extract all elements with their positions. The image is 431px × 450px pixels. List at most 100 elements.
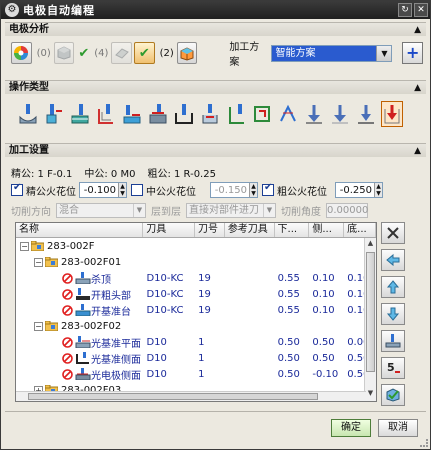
op-tool: D10-KC bbox=[146, 272, 184, 284]
electrode-view-button[interactable] bbox=[176, 42, 198, 64]
add-plan-button[interactable]: + bbox=[402, 42, 423, 64]
surface-icon bbox=[114, 48, 129, 59]
spin-arrows-icon[interactable]: ▲ ▼ bbox=[249, 183, 257, 197]
op-plunge-mill-button[interactable] bbox=[43, 101, 65, 127]
layer-label: 层到层 bbox=[151, 206, 181, 218]
reset-icon[interactable]: ↻ bbox=[398, 3, 412, 17]
tree-row-group[interactable]: − 283-002F02 bbox=[16, 318, 376, 334]
plan-select[interactable]: 智能方案 ▼ bbox=[271, 44, 393, 62]
scroll-up-icon[interactable]: ▲ bbox=[366, 239, 375, 250]
table-row[interactable]: 光基准侧面 D10 1 0.50 0.50 0.50 bbox=[16, 350, 376, 366]
collapse-icon[interactable]: − bbox=[34, 257, 43, 267]
tree-vertical-scrollbar[interactable]: ▲ ▼ bbox=[364, 238, 376, 401]
dropdown-arrow-icon[interactable]: ▼ bbox=[376, 45, 392, 61]
op-drill-down-button[interactable] bbox=[303, 101, 325, 127]
op-face-mill-button[interactable] bbox=[121, 101, 143, 127]
col-tool-num[interactable]: 刀号 bbox=[195, 223, 225, 237]
op-chamfer-button[interactable] bbox=[277, 101, 299, 127]
chevron-up-icon[interactable]: ▲ bbox=[414, 144, 421, 158]
chevron-up-icon[interactable]: ▲ bbox=[414, 23, 421, 37]
close-icon[interactable]: ✕ bbox=[414, 3, 428, 17]
disabled-icon bbox=[62, 272, 73, 284]
move-up-button[interactable] bbox=[381, 276, 405, 298]
cube-icon bbox=[57, 46, 71, 60]
table-row[interactable]: 开粗头部 D10-KC 19 0.55 0.10 0.10 bbox=[16, 286, 376, 302]
col-side[interactable]: 侧... bbox=[309, 223, 345, 237]
rough-spark-input[interactable]: -0.250 ▲ ▼ bbox=[335, 182, 383, 198]
dropdown-arrow-icon[interactable]: ▼ bbox=[133, 203, 145, 217]
col-name[interactable]: 名称 bbox=[16, 223, 144, 237]
simulate-button[interactable] bbox=[381, 384, 405, 406]
wall-op-icon bbox=[76, 352, 89, 364]
app-icon: ⚙ bbox=[5, 3, 19, 17]
col-down[interactable]: 下... bbox=[275, 223, 310, 237]
cut-angle-label: 切削角度 bbox=[281, 206, 321, 218]
op-pocket-button[interactable] bbox=[199, 101, 221, 127]
op-tool: D10-KC bbox=[146, 304, 184, 316]
color-wheel-button[interactable] bbox=[11, 42, 32, 64]
ok-button[interactable]: 确定 bbox=[331, 419, 371, 437]
mill-settings-button[interactable] bbox=[381, 330, 405, 352]
count-zero: (0) bbox=[36, 47, 51, 59]
op-wall-finish-button[interactable] bbox=[225, 101, 247, 127]
section-geometry-header[interactable]: 电极分析 ▲ bbox=[5, 22, 426, 36]
col-tool[interactable]: 刀具 bbox=[143, 223, 195, 237]
section-settings-header[interactable]: 加工设置 ▲ bbox=[5, 143, 426, 157]
op-clearance-button[interactable] bbox=[381, 101, 403, 127]
renumber-button[interactable]: 5 bbox=[381, 357, 405, 379]
body-view-button[interactable] bbox=[53, 42, 75, 64]
disabled-icon bbox=[62, 368, 73, 380]
tree-row-group[interactable]: − 283-002F01 bbox=[16, 254, 376, 270]
face-view-button[interactable] bbox=[111, 42, 132, 64]
op-engrave-button[interactable] bbox=[355, 101, 377, 127]
cancel-button[interactable]: 取消 bbox=[378, 419, 418, 437]
mid-spark-input[interactable]: -0.150 ▲ ▼ bbox=[210, 182, 258, 198]
op-name: 光基准平面 bbox=[91, 338, 141, 350]
op-cavity-mill-button[interactable] bbox=[17, 101, 39, 127]
move-down-button[interactable] bbox=[381, 303, 405, 325]
tree-row-root[interactable]: − 283-002F bbox=[16, 238, 376, 254]
col-bottom[interactable]: 底... bbox=[344, 223, 376, 237]
op-name: 杀顶 bbox=[91, 274, 111, 286]
check-filter-button[interactable]: ✔ bbox=[133, 42, 155, 64]
table-row[interactable]: 光电极侧面 D10 1 0.50 -0.10 0.50 bbox=[16, 366, 376, 382]
table-row[interactable]: 光基准平面 D10 1 0.50 0.50 0.00 bbox=[16, 334, 376, 350]
root-name: 283-002F bbox=[47, 240, 95, 252]
scroll-down-icon[interactable]: ▼ bbox=[366, 389, 375, 400]
chevron-up-icon[interactable]: ▲ bbox=[414, 81, 421, 95]
section-ops-header[interactable]: 操作类型 ▲ bbox=[5, 80, 426, 94]
collapse-icon[interactable]: − bbox=[20, 241, 29, 251]
op-side: 0.10 bbox=[312, 304, 335, 316]
cut-direction-select[interactable]: 混合 ▼ bbox=[56, 202, 146, 218]
count-two: (2) bbox=[159, 47, 174, 59]
scroll-thumb[interactable] bbox=[366, 252, 375, 372]
simulate-check-icon bbox=[386, 388, 400, 402]
rough-spark-checkbox[interactable] bbox=[262, 182, 274, 196]
mid-spark-checkbox[interactable] bbox=[131, 184, 143, 196]
fine-spark-checkbox[interactable] bbox=[11, 182, 23, 196]
op-side: 0.50 bbox=[312, 352, 335, 364]
col-ref-tool[interactable]: 参考刀具 bbox=[225, 223, 275, 237]
op-contour-button[interactable] bbox=[95, 101, 117, 127]
fine-spark-input[interactable]: -0.100 ▲ ▼ bbox=[79, 182, 127, 198]
op-corner-button[interactable] bbox=[251, 101, 273, 127]
tree-horizontal-scrollbar[interactable] bbox=[16, 391, 366, 401]
layer-select[interactable]: 直接对部件进刀 ▼ bbox=[186, 202, 276, 218]
cut-angle-input[interactable]: 0.00000 bbox=[326, 202, 368, 218]
spin-arrows-icon[interactable]: ▲ ▼ bbox=[374, 183, 382, 197]
scroll-thumb[interactable] bbox=[28, 393, 318, 400]
op-bottom-wall-button[interactable] bbox=[173, 101, 195, 127]
resize-grip-icon[interactable] bbox=[420, 439, 428, 447]
base-op-icon bbox=[75, 304, 91, 316]
op-side-mill-button[interactable] bbox=[147, 101, 169, 127]
table-row[interactable]: 杀顶 D10-KC 19 0.55 0.10 0.10 bbox=[16, 270, 376, 286]
delete-button[interactable] bbox=[381, 222, 405, 244]
collapse-icon[interactable]: − bbox=[34, 321, 43, 331]
op-zlevel-button[interactable] bbox=[69, 101, 91, 127]
op-drill-side-button[interactable] bbox=[329, 101, 351, 127]
fine-spark-value: -0.100 bbox=[83, 184, 116, 196]
spin-arrows-icon[interactable]: ▲ ▼ bbox=[118, 183, 126, 197]
dropdown-arrow-icon[interactable]: ▼ bbox=[263, 203, 275, 217]
move-left-button[interactable] bbox=[381, 249, 405, 271]
table-row[interactable]: 开基准台 D10-KC 19 0.55 0.10 0.10 bbox=[16, 302, 376, 318]
